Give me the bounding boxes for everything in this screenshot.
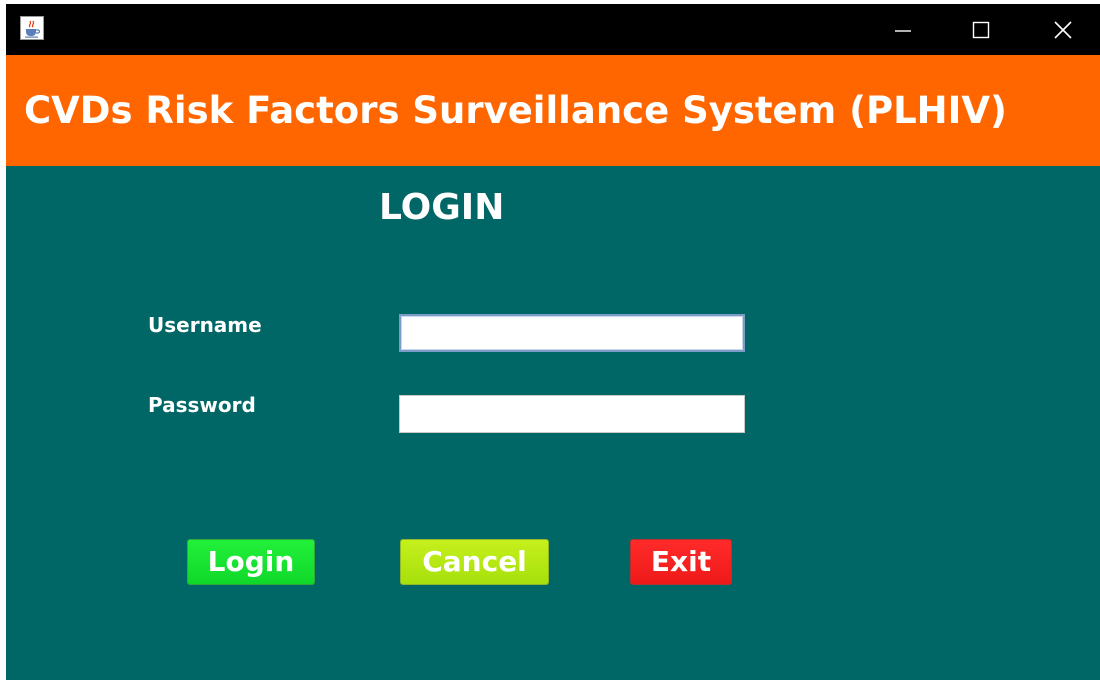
- minimize-icon: [893, 20, 913, 40]
- password-label: Password: [148, 393, 256, 417]
- login-button[interactable]: Login: [187, 539, 315, 585]
- app-header-banner: CVDs Risk Factors Surveillance System (P…: [6, 55, 1100, 166]
- maximize-button[interactable]: [946, 4, 1016, 55]
- maximize-icon: [971, 20, 991, 40]
- java-cup-icon: [20, 16, 44, 40]
- username-input[interactable]: [399, 314, 745, 352]
- app-title: CVDs Risk Factors Surveillance System (P…: [24, 89, 1007, 132]
- cancel-button[interactable]: Cancel: [400, 539, 549, 585]
- password-input[interactable]: [399, 395, 745, 433]
- exit-button[interactable]: Exit: [630, 539, 732, 585]
- close-button[interactable]: [1028, 4, 1098, 55]
- title-bar[interactable]: [6, 4, 1100, 55]
- minimize-button[interactable]: [868, 4, 938, 55]
- login-window: CVDs Risk Factors Surveillance System (P…: [6, 4, 1100, 680]
- username-label: Username: [148, 313, 262, 337]
- login-heading: LOGIN: [379, 187, 505, 228]
- close-icon: [1053, 20, 1073, 40]
